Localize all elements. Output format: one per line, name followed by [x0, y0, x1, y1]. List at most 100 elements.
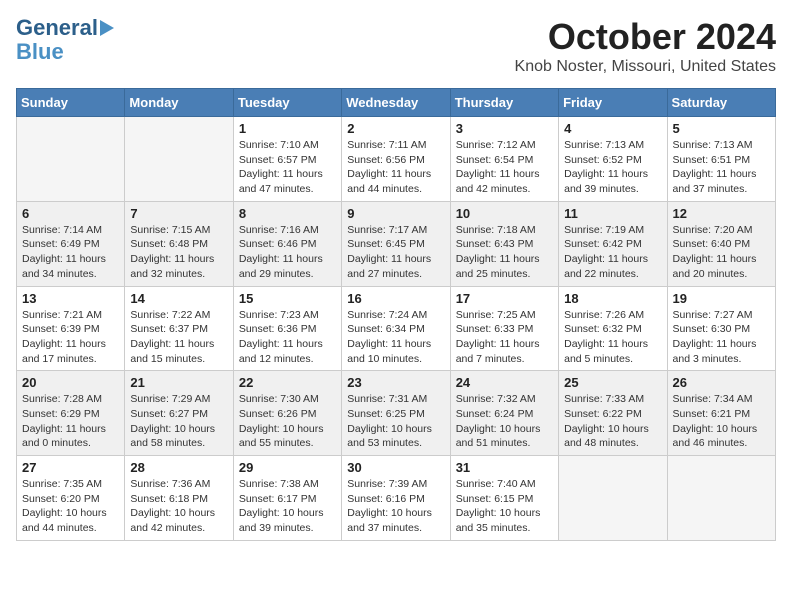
day-cell: 30Sunrise: 7:39 AMSunset: 6:16 PMDayligh… [342, 456, 450, 541]
day-cell: 1 Sunrise: 7:10 AMSunset: 6:57 PMDaylight… [233, 117, 341, 202]
day-cell: 21 Sunrise: 7:29 AMSunset: 6:27 PMDayligh… [125, 371, 233, 456]
day-number: 5 [673, 121, 770, 136]
week-row-5: 27Sunrise: 7:35 AMSunset: 6:20 PMDayligh… [17, 456, 776, 541]
day-cell: 8 Sunrise: 7:16 AMSunset: 6:46 PMDaylight… [233, 201, 341, 286]
day-cell: 4 Sunrise: 7:13 AMSunset: 6:52 PMDaylight… [559, 117, 667, 202]
day-cell: 20 Sunrise: 7:28 AMSunset: 6:29 PMDayligh… [17, 371, 125, 456]
day-number: 21 [130, 375, 227, 390]
header-row: SundayMondayTuesdayWednesdayThursdayFrid… [17, 89, 776, 117]
day-info: Sunrise: 7:16 AMSunset: 6:46 PMDaylight:… [239, 223, 336, 282]
day-info: Sunrise: 7:21 AMSunset: 6:39 PMDaylight:… [22, 308, 119, 367]
day-number: 23 [347, 375, 444, 390]
day-cell: 11 Sunrise: 7:19 AMSunset: 6:42 PMDayligh… [559, 201, 667, 286]
header-cell-thursday: Thursday [450, 89, 558, 117]
header-cell-sunday: Sunday [17, 89, 125, 117]
header-cell-monday: Monday [125, 89, 233, 117]
day-number: 1 [239, 121, 336, 136]
day-cell: 17Sunrise: 7:25 AMSunset: 6:33 PMDayligh… [450, 286, 558, 371]
day-cell: 9 Sunrise: 7:17 AMSunset: 6:45 PMDaylight… [342, 201, 450, 286]
day-info: Sunrise: 7:13 AMSunset: 6:52 PMDaylight:… [564, 138, 661, 197]
week-row-1: 1 Sunrise: 7:10 AMSunset: 6:57 PMDaylight… [17, 117, 776, 202]
day-number: 17 [456, 291, 553, 306]
day-info: Sunrise: 7:36 AMSunset: 6:18 PMDaylight:… [130, 477, 227, 536]
calendar-table: SundayMondayTuesdayWednesdayThursdayFrid… [16, 88, 776, 541]
day-cell: 31 Sunrise: 7:40 AMSunset: 6:15 PMDayligh… [450, 456, 558, 541]
day-cell: 14Sunrise: 7:22 AMSunset: 6:37 PMDayligh… [125, 286, 233, 371]
day-cell: 16 Sunrise: 7:24 AMSunset: 6:34 PMDayligh… [342, 286, 450, 371]
day-number: 31 [456, 460, 553, 475]
day-info: Sunrise: 7:11 AMSunset: 6:56 PMDaylight:… [347, 138, 444, 197]
day-info: Sunrise: 7:12 AMSunset: 6:54 PMDaylight:… [456, 138, 553, 197]
day-cell: 2 Sunrise: 7:11 AMSunset: 6:56 PMDaylight… [342, 117, 450, 202]
day-cell [559, 456, 667, 541]
day-cell: 18 Sunrise: 7:26 AMSunset: 6:32 PMDayligh… [559, 286, 667, 371]
day-number: 25 [564, 375, 661, 390]
day-info: Sunrise: 7:14 AMSunset: 6:49 PMDaylight:… [22, 223, 119, 282]
day-number: 12 [673, 206, 770, 221]
day-number: 30 [347, 460, 444, 475]
day-cell: 7 Sunrise: 7:15 AMSunset: 6:48 PMDaylight… [125, 201, 233, 286]
day-number: 16 [347, 291, 444, 306]
day-info: Sunrise: 7:40 AMSunset: 6:15 PMDaylight:… [456, 477, 553, 536]
day-info: Sunrise: 7:29 AMSunset: 6:27 PMDaylight:… [130, 392, 227, 451]
day-number: 20 [22, 375, 119, 390]
day-cell [125, 117, 233, 202]
day-info: Sunrise: 7:26 AMSunset: 6:32 PMDaylight:… [564, 308, 661, 367]
day-cell: 15Sunrise: 7:23 AMSunset: 6:36 PMDayligh… [233, 286, 341, 371]
day-info: Sunrise: 7:27 AMSunset: 6:30 PMDaylight:… [673, 308, 770, 367]
day-number: 18 [564, 291, 661, 306]
day-info: Sunrise: 7:28 AMSunset: 6:29 PMDaylight:… [22, 392, 119, 451]
day-cell: 26Sunrise: 7:34 AMSunset: 6:21 PMDayligh… [667, 371, 775, 456]
day-info: Sunrise: 7:13 AMSunset: 6:51 PMDaylight:… [673, 138, 770, 197]
day-number: 9 [347, 206, 444, 221]
day-number: 11 [564, 206, 661, 221]
calendar-body: 1 Sunrise: 7:10 AMSunset: 6:57 PMDaylight… [17, 117, 776, 541]
day-cell: 23Sunrise: 7:31 AMSunset: 6:25 PMDayligh… [342, 371, 450, 456]
day-cell: 29 Sunrise: 7:38 AMSunset: 6:17 PMDayligh… [233, 456, 341, 541]
day-cell [17, 117, 125, 202]
day-cell: 13 Sunrise: 7:21 AMSunset: 6:39 PMDayligh… [17, 286, 125, 371]
header-cell-wednesday: Wednesday [342, 89, 450, 117]
day-info: Sunrise: 7:38 AMSunset: 6:17 PMDaylight:… [239, 477, 336, 536]
day-info: Sunrise: 7:19 AMSunset: 6:42 PMDaylight:… [564, 223, 661, 282]
day-number: 15 [239, 291, 336, 306]
day-info: Sunrise: 7:30 AMSunset: 6:26 PMDaylight:… [239, 392, 336, 451]
day-info: Sunrise: 7:32 AMSunset: 6:24 PMDaylight:… [456, 392, 553, 451]
week-row-3: 13 Sunrise: 7:21 AMSunset: 6:39 PMDayligh… [17, 286, 776, 371]
day-info: Sunrise: 7:18 AMSunset: 6:43 PMDaylight:… [456, 223, 553, 282]
day-cell: 19Sunrise: 7:27 AMSunset: 6:30 PMDayligh… [667, 286, 775, 371]
logo: General Blue [16, 16, 114, 64]
header-cell-tuesday: Tuesday [233, 89, 341, 117]
day-info: Sunrise: 7:20 AMSunset: 6:40 PMDaylight:… [673, 223, 770, 282]
day-cell: 3 Sunrise: 7:12 AMSunset: 6:54 PMDaylight… [450, 117, 558, 202]
day-number: 7 [130, 206, 227, 221]
day-number: 2 [347, 121, 444, 136]
header-cell-saturday: Saturday [667, 89, 775, 117]
week-row-4: 20 Sunrise: 7:28 AMSunset: 6:29 PMDayligh… [17, 371, 776, 456]
day-info: Sunrise: 7:15 AMSunset: 6:48 PMDaylight:… [130, 223, 227, 282]
location-title: Knob Noster, Missouri, United States [515, 58, 776, 76]
day-cell: 12 Sunrise: 7:20 AMSunset: 6:40 PMDayligh… [667, 201, 775, 286]
day-number: 4 [564, 121, 661, 136]
day-number: 13 [22, 291, 119, 306]
day-number: 29 [239, 460, 336, 475]
day-cell: 25 Sunrise: 7:33 AMSunset: 6:22 PMDayligh… [559, 371, 667, 456]
day-info: Sunrise: 7:33 AMSunset: 6:22 PMDaylight:… [564, 392, 661, 451]
day-info: Sunrise: 7:17 AMSunset: 6:45 PMDaylight:… [347, 223, 444, 282]
title-section: October 2024 Knob Noster, Missouri, Unit… [515, 16, 776, 76]
day-number: 10 [456, 206, 553, 221]
month-title: October 2024 [515, 16, 776, 58]
day-number: 8 [239, 206, 336, 221]
day-number: 3 [456, 121, 553, 136]
day-number: 6 [22, 206, 119, 221]
day-cell [667, 456, 775, 541]
day-number: 22 [239, 375, 336, 390]
day-info: Sunrise: 7:10 AMSunset: 6:57 PMDaylight:… [239, 138, 336, 197]
calendar-header: SundayMondayTuesdayWednesdayThursdayFrid… [17, 89, 776, 117]
day-info: Sunrise: 7:34 AMSunset: 6:21 PMDaylight:… [673, 392, 770, 451]
day-info: Sunrise: 7:24 AMSunset: 6:34 PMDaylight:… [347, 308, 444, 367]
day-cell: 27Sunrise: 7:35 AMSunset: 6:20 PMDayligh… [17, 456, 125, 541]
logo-arrow-icon [100, 20, 114, 36]
day-cell: 28Sunrise: 7:36 AMSunset: 6:18 PMDayligh… [125, 456, 233, 541]
logo-text-blue: Blue [16, 40, 64, 64]
